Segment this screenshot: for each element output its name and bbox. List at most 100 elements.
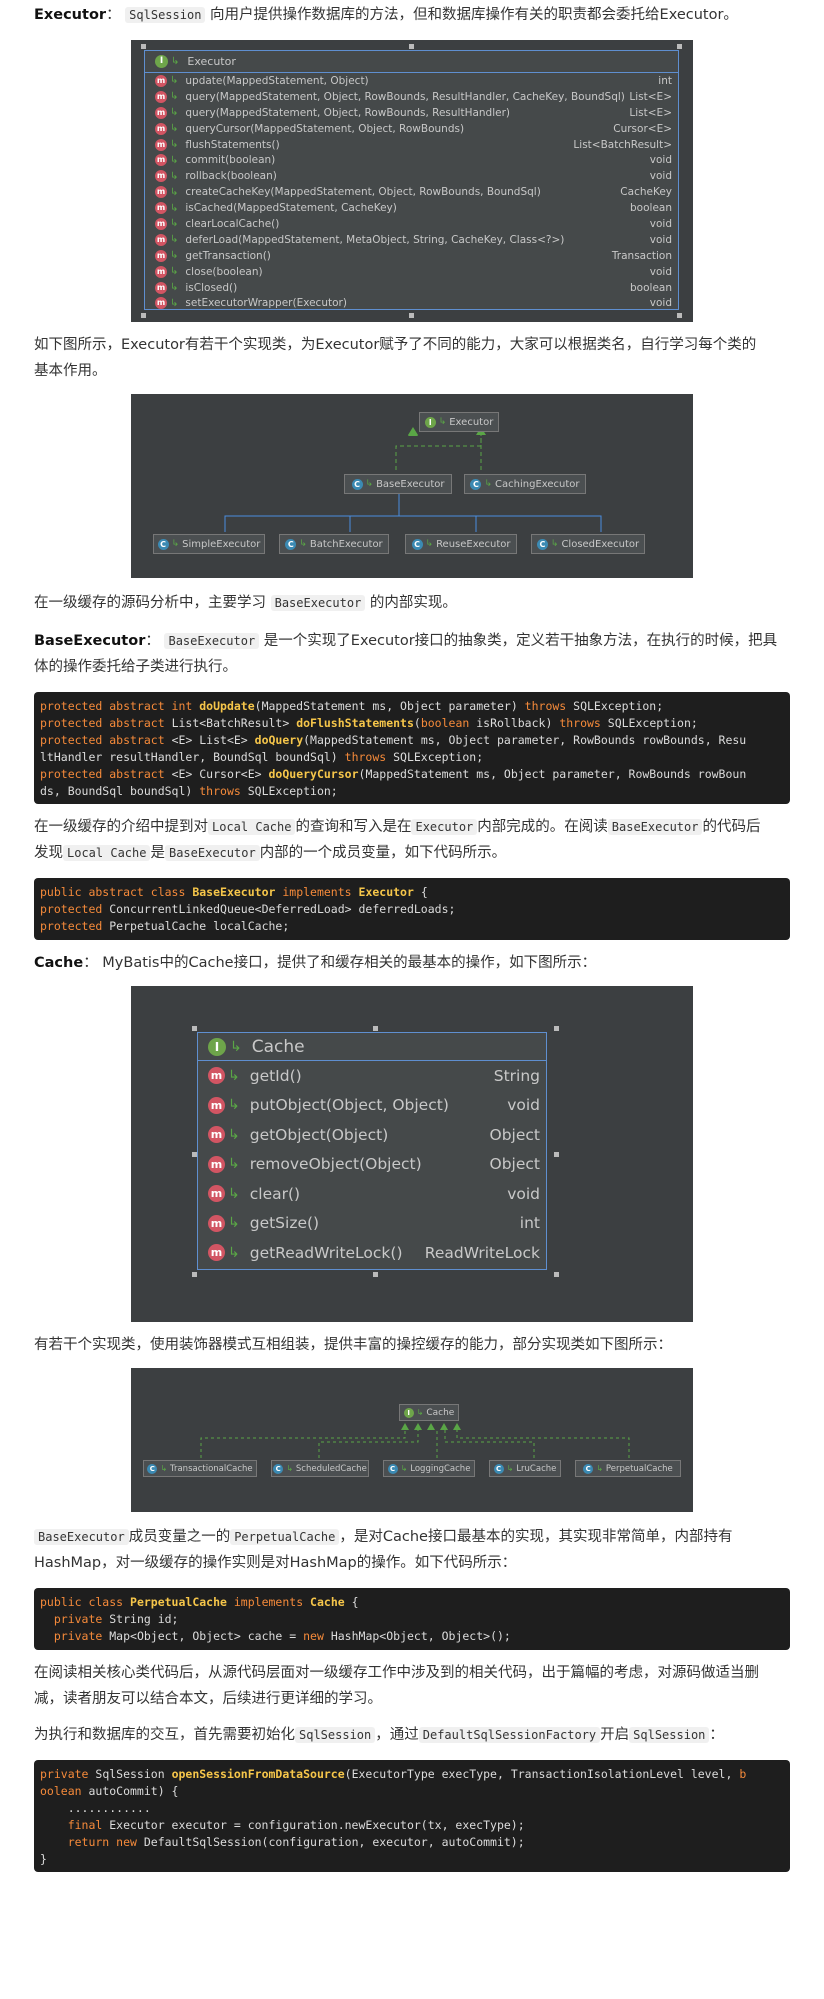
public-icon: ↳: [170, 202, 179, 214]
public-icon: ↳: [170, 218, 179, 230]
public-icon: ↳: [170, 250, 179, 262]
method-name: getSize(): [249, 1214, 320, 1233]
uml-header: I ↳ Cache: [198, 1033, 546, 1061]
diagram-node-simpleexecutor: C ↳ SimpleExecutor: [153, 534, 265, 554]
uml-method-row: m ↳ flushStatements() List<BatchResult>: [145, 137, 678, 153]
cache-uml-image: I ↳ Cache m ↳ getId() String m ↳ putObject(Obj…: [131, 986, 693, 1322]
method-name: getReadWriteLock(): [249, 1243, 403, 1262]
interface-icon: I: [155, 55, 168, 68]
return-type: void: [649, 297, 672, 310]
return-type: int: [658, 74, 672, 87]
return-type: Cursor<E>: [613, 122, 672, 135]
return-type: void: [649, 233, 672, 246]
public-icon: ↳: [170, 282, 179, 294]
uml-method-row: m ↳ queryCursor(MappedStatement, Object, R…: [145, 121, 678, 137]
code-block-abstract-methods: protected abstract int doUpdate(MappedSt…: [34, 692, 790, 804]
uml-method-row: m ↳ putObject(Object, Object) void: [198, 1091, 546, 1121]
method-name: clearLocalCache(): [185, 217, 280, 230]
uml-method-row: m ↳ isCached(MappedStatement, CacheKey) boo…: [145, 200, 678, 216]
uml-method-row: m ↳ query(MappedStatement, Object, RowBoun…: [145, 105, 678, 121]
perpetualcache-intro: BaseExecutor 成员变量之一的 PerpetualCache ，是对Cach…: [34, 1529, 733, 1571]
public-icon: ↳: [228, 1185, 240, 1202]
diagram-node-perpetualcache: C ↳ PerpetualCache: [575, 1460, 681, 1477]
article: Executor： SqlSession 向用户提供操作数据库的方法，但和数据库…: [0, 0, 824, 1872]
diagram-node-baseexecutor: C ↳ BaseExecutor: [344, 474, 452, 494]
executor-uml-image: I ↳ Executor m ↳ update(MappedStatement, O…: [131, 40, 693, 322]
return-type: void: [649, 170, 672, 183]
method-icon: m: [208, 1214, 225, 1232]
return-type: String: [493, 1066, 540, 1085]
diagram-node-lrucache: C ↳ LruCache: [489, 1460, 561, 1477]
method-icon: m: [155, 202, 167, 215]
uml-method-row: m ↳ deferLoad(MappedStatement, MetaObject,…: [145, 232, 678, 248]
uml-method-row: m ↳ clear() void: [198, 1179, 546, 1209]
uml-method-row: m ↳ rollback(boolean) void: [145, 168, 678, 184]
method-name: queryCursor(MappedStatement, Object, Row…: [185, 122, 465, 135]
executor-interface-panel: I ↳ Executor m ↳ update(MappedStatement, O…: [144, 50, 679, 310]
public-icon: ↳: [228, 1156, 240, 1173]
public-icon: ↳: [228, 1244, 240, 1261]
return-type: void: [507, 1184, 540, 1203]
uml-method-row: m ↳ query(MappedStatement, Object, RowBoun…: [145, 89, 678, 105]
return-type: CacheKey: [620, 186, 672, 199]
diagram-node-cachingexecutor: C ↳ CachingExecutor: [464, 474, 586, 494]
executor-hierarchy-image: I ↳ Executor C ↳ BaseExecutor C ↳ CachingExecu…: [131, 394, 693, 578]
source-reading-note: 在阅读相关核心类代码后，从源代码层面对一级缓存工作中涉及到的相关代码，出于篇幅的…: [34, 1665, 759, 1707]
uml-method-row: m ↳ setExecutorWrapper(Executor) void: [145, 295, 678, 311]
method-icon: m: [155, 154, 167, 167]
uml-method-row: m ↳ update(MappedStatement, Object) int: [145, 73, 678, 89]
return-type: Object: [489, 1155, 540, 1174]
method-icon: m: [155, 138, 167, 151]
method-name: createCacheKey(MappedStatement, Object, …: [185, 186, 541, 199]
method-icon: m: [155, 233, 167, 246]
method-icon: m: [155, 74, 167, 87]
public-icon: ↳: [170, 170, 179, 182]
method-icon: m: [155, 217, 167, 230]
public-icon: ↳: [170, 297, 179, 309]
diagram-node-cache: I ↳ Cache: [399, 1404, 459, 1421]
uml-method-row: m ↳ commit(boolean) void: [145, 152, 678, 168]
cache-impl-intro: 有若干个实现类，使用装饰器模式互相组装，提供丰富的操控缓存的能力，部分实现类如下…: [34, 1337, 672, 1353]
method-name: isCached(MappedStatement, CacheKey): [185, 202, 397, 215]
baseexecutor-study-note: 在一级缓存的源码分析中，主要学习 BaseExecutor 的内部实现。: [34, 595, 457, 611]
method-icon: m: [155, 265, 167, 278]
method-icon: m: [155, 122, 167, 135]
cache-interface-panel: I ↳ Cache m ↳ getId() String m ↳ putObject(Obj…: [197, 1032, 547, 1270]
method-icon: m: [155, 249, 167, 262]
return-type: boolean: [630, 202, 672, 215]
hierarchy-lines: [200, 1423, 630, 1458]
cache-hierarchy-image: I ↳ Cache C ↳ TransactionalCache C ↳ Scheduled…: [131, 1368, 693, 1512]
executor-intro: Executor： SqlSession 向用户提供操作数据库的方法，但和数据库…: [34, 7, 738, 23]
uml-method-row: m ↳ getObject(Object) Object: [198, 1120, 546, 1150]
inline-code: SqlSession: [125, 7, 206, 23]
method-name: rollback(boolean): [185, 170, 277, 183]
uml-method-row: m ↳ removeObject(Object) Object: [198, 1150, 546, 1180]
method-name: getTransaction(): [185, 249, 271, 262]
return-type: Transaction: [611, 249, 672, 262]
return-type: Object: [489, 1125, 540, 1144]
method-name: getObject(Object): [249, 1125, 389, 1144]
uml-header: I ↳ Executor: [145, 51, 678, 73]
return-type: void: [507, 1096, 540, 1115]
public-icon: ↳: [170, 186, 179, 198]
method-icon: m: [155, 186, 167, 199]
method-icon: m: [155, 90, 167, 103]
method-icon: m: [208, 1244, 225, 1262]
diagram-node-scheduledcache: C ↳ ScheduledCache: [271, 1460, 369, 1477]
method-name: query(MappedStatement, Object, RowBounds…: [185, 106, 511, 119]
public-icon: ↳: [170, 154, 179, 166]
public-icon: ↳: [170, 123, 179, 135]
method-icon: m: [155, 106, 167, 119]
method-name: getId(): [249, 1066, 302, 1085]
uml-method-row: m ↳ getId() String: [198, 1061, 546, 1091]
method-icon: m: [208, 1096, 225, 1114]
return-type: void: [649, 154, 672, 167]
executor-heading: Executor: [34, 7, 107, 23]
public-icon: ↳: [170, 139, 179, 150]
public-icon: ↳: [170, 75, 179, 87]
sqlsession-init-note: 为执行和数据库的交互，首先需要初始化 SqlSession ，通过 DefaultSq…: [34, 1727, 724, 1743]
return-type: List<E>: [629, 106, 672, 119]
cache-intro: Cache： MyBatis中的Cache接口，提供了和缓存相关的最基本的操作，…: [34, 955, 597, 971]
return-type: List<E>: [629, 90, 672, 103]
diagram-node-executor: I ↳ Executor: [419, 412, 499, 432]
